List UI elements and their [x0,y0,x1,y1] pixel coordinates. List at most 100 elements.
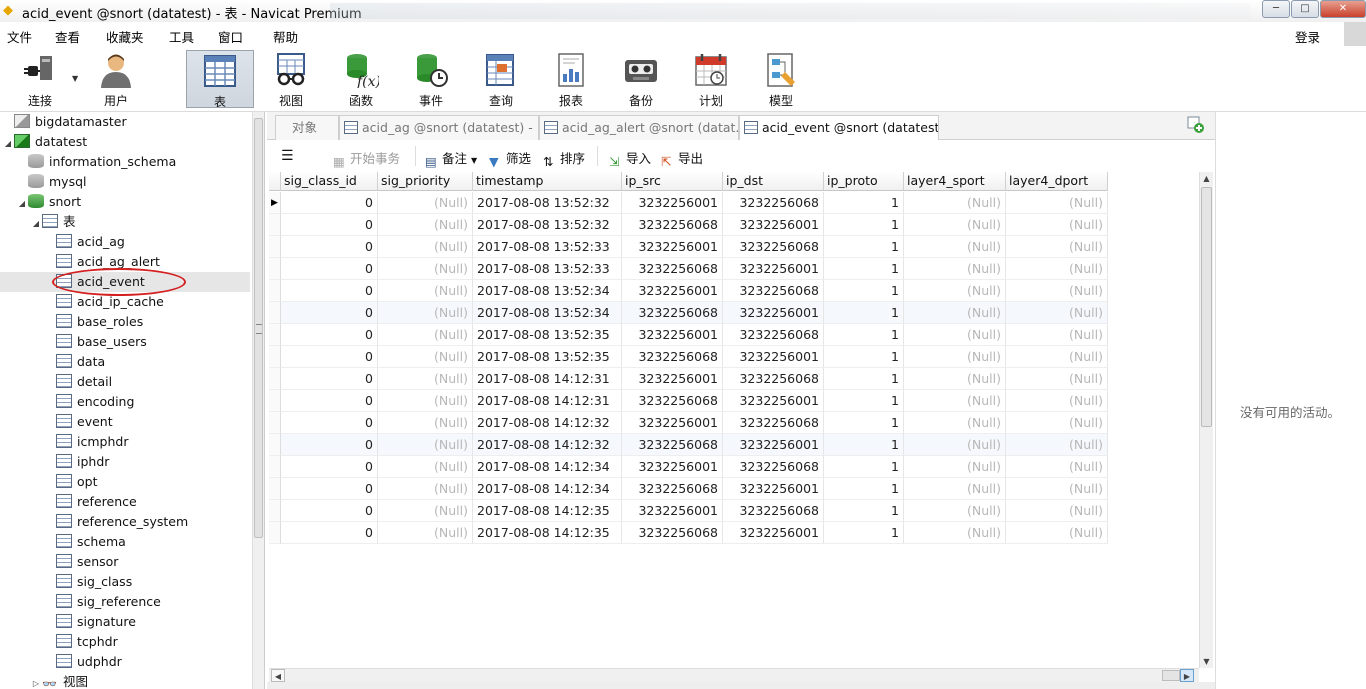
table-cell[interactable]: 1 [824,412,904,434]
tree-table-item[interactable]: data [44,352,105,372]
grid-hscroll-thumb[interactable] [1162,670,1180,681]
table-cell[interactable]: (Null) [378,324,473,346]
table-cell[interactable]: (Null) [378,236,473,258]
tree-table-item[interactable]: icmphdr [44,432,128,452]
grid-horizontal-scrollbar[interactable]: ◀ ▶ [269,668,1199,682]
avatar[interactable] [1344,22,1366,48]
table-cell[interactable]: 0 [281,258,378,280]
table-cell[interactable]: (Null) [1006,522,1108,544]
tree-table-item[interactable]: iphdr [44,452,109,472]
menu-file[interactable]: 文件 [7,27,32,46]
hamburger-menu-icon[interactable]: ☰ [281,148,294,164]
column-header[interactable]: layer4_sport [904,172,1006,191]
table-cell[interactable]: 2017-08-08 13:52:35 [473,346,622,368]
table-cell[interactable]: 3232256068 [622,214,723,236]
table-row[interactable]: 0 (Null) 2017-08-08 14:12:32 3232256068 3232… [269,434,1108,456]
row-selector[interactable] [269,412,281,434]
row-selector[interactable] [269,434,281,456]
table-cell[interactable]: 3232256001 [723,346,824,368]
close-button[interactable]: ✕ [1320,0,1366,18]
table-cell[interactable]: (Null) [1006,324,1108,346]
row-selector[interactable] [269,522,281,544]
tab-objects[interactable]: 对象 [275,115,339,140]
table-cell[interactable]: 0 [281,412,378,434]
tree-table-item[interactable]: udphdr [44,652,122,672]
table-cell[interactable]: 3232256068 [723,500,824,522]
row-selector[interactable] [269,324,281,346]
tree-table-item[interactable]: reference [44,492,137,512]
table-cell[interactable]: 0 [281,500,378,522]
table-cell[interactable]: (Null) [378,478,473,500]
table-cell[interactable]: (Null) [1006,478,1108,500]
table-cell[interactable]: (Null) [1006,346,1108,368]
table-cell[interactable]: 2017-08-08 13:52:34 [473,302,622,324]
table-cell[interactable]: (Null) [378,390,473,412]
table-row[interactable]: ▶ 0 (Null) 2017-08-08 13:52:32 3232256001 323… [269,192,1108,214]
column-header[interactable]: layer4_dport [1006,172,1108,191]
table-cell[interactable]: (Null) [1006,258,1108,280]
tree-table-item[interactable]: base_users [44,332,147,352]
maximize-button[interactable]: □ [1291,0,1319,18]
menu-view[interactable]: 查看 [55,27,80,46]
table-cell[interactable]: 0 [281,192,378,214]
table-cell[interactable]: (Null) [1006,456,1108,478]
import-button[interactable]: ⇲ 导入 [609,148,651,169]
table-cell[interactable]: 3232256068 [622,390,723,412]
table-cell[interactable]: 1 [824,456,904,478]
table-cell[interactable]: 1 [824,390,904,412]
toolbar-report-button[interactable]: 报表 [537,50,605,108]
table-row[interactable]: 0 (Null) 2017-08-08 14:12:31 3232256068 3232… [269,390,1108,412]
tree-expanded-icon[interactable]: ◢ [2,134,14,154]
toolbar-user-button[interactable]: 用户 [82,50,150,108]
table-cell[interactable]: (Null) [378,258,473,280]
table-cell[interactable]: 3232256001 [622,236,723,258]
table-cell[interactable]: (Null) [904,258,1006,280]
table-row[interactable]: 0 (Null) 2017-08-08 14:12:32 3232256001 3232… [269,412,1108,434]
table-cell[interactable]: 0 [281,214,378,236]
table-cell[interactable]: 0 [281,236,378,258]
tree-expanded-icon[interactable]: ◢ [30,214,42,234]
table-row[interactable]: 0 (Null) 2017-08-08 13:52:34 3232256001 3232… [269,280,1108,302]
table-cell[interactable]: 1 [824,434,904,456]
menu-window[interactable]: 窗口 [218,27,243,46]
row-selector[interactable] [269,258,281,280]
tree-connection-datatest[interactable]: ◢ datatest [2,132,87,152]
table-cell[interactable]: (Null) [904,522,1006,544]
tree-table-item[interactable]: sig_class [44,572,132,592]
table-cell[interactable]: 1 [824,368,904,390]
row-selector[interactable] [269,478,281,500]
table-cell[interactable]: 2017-08-08 14:12:32 [473,412,622,434]
scroll-right-icon[interactable]: ▶ [1180,669,1194,682]
table-cell[interactable]: (Null) [1006,236,1108,258]
table-cell[interactable]: 2017-08-08 13:52:35 [473,324,622,346]
toolbar-connection-button[interactable]: 连接 [6,50,74,108]
table-cell[interactable]: 1 [824,280,904,302]
table-cell[interactable]: 3232256001 [622,456,723,478]
table-cell[interactable]: (Null) [904,368,1006,390]
table-cell[interactable]: 3232256068 [723,280,824,302]
table-row[interactable]: 0 (Null) 2017-08-08 14:12:35 3232256068 3232… [269,522,1108,544]
toolbar-table-button[interactable]: 表 [186,50,254,109]
table-cell[interactable]: (Null) [904,324,1006,346]
table-cell[interactable]: 3232256068 [622,258,723,280]
table-cell[interactable]: 2017-08-08 13:52:33 [473,236,622,258]
row-selector[interactable] [269,500,281,522]
table-cell[interactable]: (Null) [1006,192,1108,214]
tree-table-item[interactable]: tcphdr [44,632,118,652]
menu-favorites[interactable]: 收藏夹 [106,27,144,46]
table-cell[interactable]: 1 [824,324,904,346]
table-cell[interactable]: 1 [824,192,904,214]
table-row[interactable]: 0 (Null) 2017-08-08 13:52:33 3232256068 3232… [269,258,1108,280]
table-cell[interactable]: 3232256001 [622,368,723,390]
table-cell[interactable]: (Null) [378,434,473,456]
table-cell[interactable]: (Null) [904,478,1006,500]
table-cell[interactable]: (Null) [378,500,473,522]
table-cell[interactable]: (Null) [378,412,473,434]
table-cell[interactable]: 0 [281,324,378,346]
tree-expanded-icon[interactable]: ◢ [16,194,28,214]
tree-table-item[interactable]: schema [44,532,126,552]
new-tab-icon[interactable] [1187,116,1205,134]
table-cell[interactable]: 3232256068 [622,434,723,456]
table-cell[interactable]: 3232256068 [622,302,723,324]
tab-acid-event[interactable]: acid_event @snort (datatest... [739,115,939,140]
